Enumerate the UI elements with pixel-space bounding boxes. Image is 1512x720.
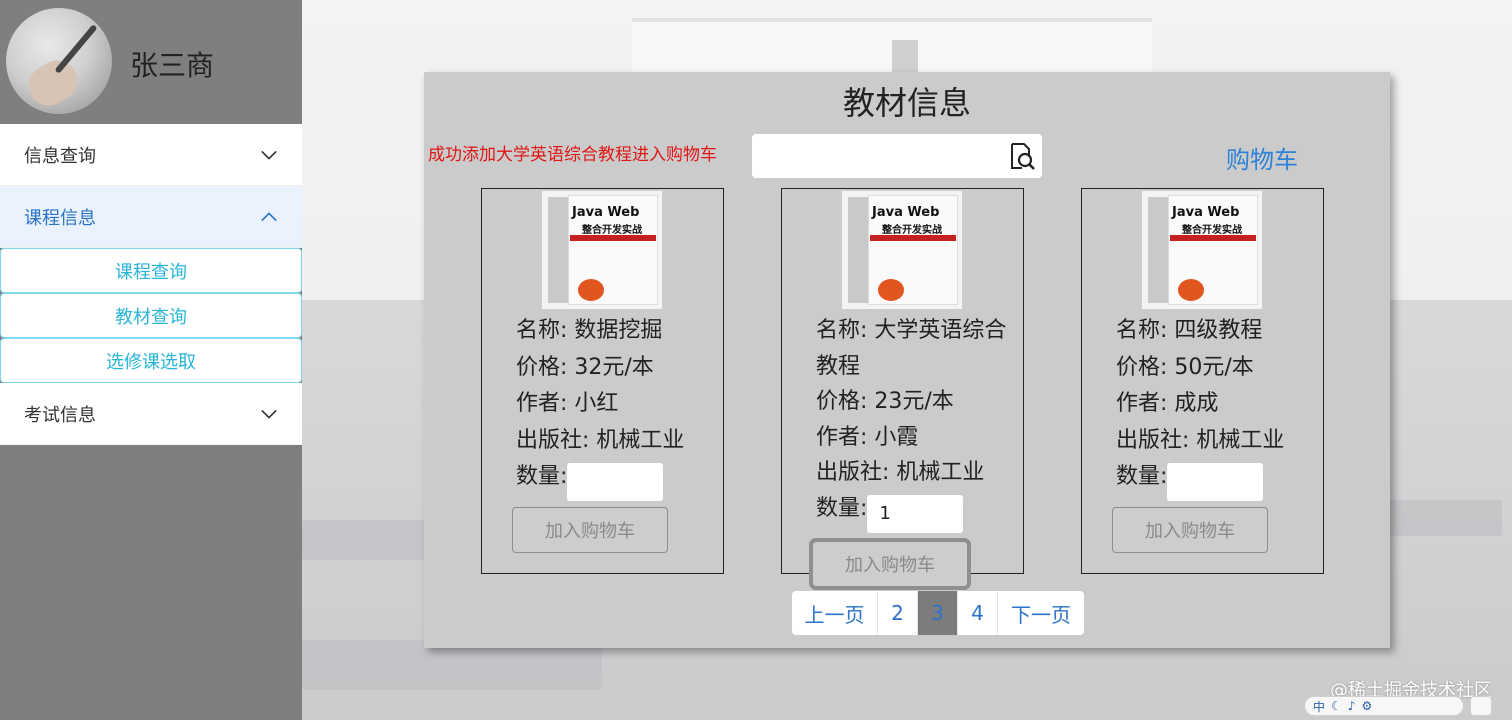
- ime-mode-label: 中: [1313, 699, 1326, 714]
- book-publisher: 出版社: 机械工业: [516, 427, 685, 453]
- book-name: 名称: 四级教程: [1116, 318, 1263, 343]
- book-info: 名称: 数据挖掘 价格: 32元/本 作者: 小红 出版社: 机械工业 数量:: [516, 313, 716, 501]
- menu-item-course-info[interactable]: 课程信息: [0, 186, 302, 248]
- menu-item-label: 课程信息: [24, 207, 96, 229]
- user-profile: 张三商: [0, 0, 302, 124]
- book-cover-image: Java Web 整合开发实战: [1142, 191, 1262, 309]
- user-name: 张三商: [130, 49, 215, 82]
- search-input[interactable]: [752, 134, 1042, 178]
- submenu-item-textbook-query[interactable]: 教材查询: [0, 293, 302, 338]
- book-card: Java Web 整合开发实战 名称: 数据挖掘 价格: 32元/本 作者: 小…: [481, 188, 724, 574]
- quantity-label: 数量:: [516, 464, 568, 489]
- cover-title: Java Web: [1172, 205, 1240, 220]
- pagination-prev[interactable]: 上一页: [792, 591, 878, 635]
- pagination-next[interactable]: 下一页: [998, 591, 1084, 635]
- quantity-row: 数量:: [1116, 459, 1316, 501]
- quantity-row: 数量:: [816, 491, 1016, 533]
- ime-toolbar[interactable]: 中 ☾ ♪ ⚙: [1304, 696, 1464, 716]
- cover-title: Java Web: [572, 205, 640, 220]
- book-price: 价格: 23元/本: [816, 389, 954, 414]
- avatar-hand-graphic: [21, 53, 85, 113]
- add-to-cart-button[interactable]: 加入购物车: [809, 538, 971, 590]
- book-info: 名称: 四级教程 价格: 50元/本 作者: 成成 出版社: 机械工业 数量:: [1116, 313, 1316, 501]
- book-author: 作者: 成成: [1116, 391, 1219, 416]
- menu-item-info-query[interactable]: 信息查询: [0, 124, 302, 186]
- quantity-input[interactable]: [567, 463, 664, 501]
- book-info: 名称: 大学英语综合教程 价格: 23元/本 作者: 小霞 出版社: 机械工业 …: [816, 313, 1016, 533]
- cover-subtitle: 整合开发实战: [582, 225, 642, 236]
- avatar[interactable]: [6, 8, 112, 114]
- menu-item-exam-info[interactable]: 考试信息: [0, 383, 302, 445]
- book-price: 价格: 32元/本: [516, 354, 654, 380]
- ime-side-button[interactable]: [1470, 696, 1492, 716]
- cart-link[interactable]: 购物车: [1226, 140, 1298, 175]
- pagination-page[interactable]: 4: [958, 591, 998, 635]
- book-publisher: 出版社: 机械工业: [816, 460, 985, 485]
- book-name: 名称: 数据挖掘: [516, 318, 663, 343]
- gear-icon: ⚙: [1361, 699, 1373, 713]
- avatar-pen-graphic: [54, 24, 98, 74]
- cover-subtitle: 整合开发实战: [882, 225, 942, 236]
- pagination-page[interactable]: 2: [878, 591, 918, 635]
- sidebar: 张三商 信息查询 课程信息 课程查询 教材查询 选修课选取 考试信息: [0, 0, 302, 720]
- mic-icon: ♪: [1347, 699, 1356, 713]
- page-title: 教材信息: [842, 84, 971, 122]
- book-cover-image: Java Web 整合开发实战: [542, 191, 662, 309]
- menu-item-label: 考试信息: [24, 404, 96, 426]
- submenu-item-elective-select[interactable]: 选修课选取: [0, 338, 302, 383]
- success-message: 成功添加大学英语综合教程进入购物车: [428, 145, 717, 165]
- moon-icon: ☾: [1331, 699, 1342, 713]
- book-name: 名称: 大学英语综合教程: [816, 318, 1007, 379]
- quantity-input[interactable]: [867, 494, 964, 533]
- cover-title: Java Web: [872, 205, 940, 220]
- chevron-down-icon: [261, 150, 277, 160]
- search-icon[interactable]: [1006, 141, 1036, 171]
- book-cover-image: Java Web 整合开发实战: [842, 191, 962, 309]
- submenu-item-course-query[interactable]: 课程查询: [0, 248, 302, 293]
- pagination: 上一页 2 3 4 下一页: [792, 591, 1084, 635]
- add-to-cart-button[interactable]: 加入购物车: [512, 507, 668, 553]
- quantity-label: 数量:: [816, 495, 868, 521]
- book-publisher: 出版社: 机械工业: [1116, 427, 1285, 453]
- cover-subtitle: 整合开发实战: [1182, 225, 1242, 236]
- quantity-input[interactable]: [1167, 463, 1264, 501]
- pagination-page-current[interactable]: 3: [918, 591, 958, 635]
- textbook-panel: 教材信息 成功添加大学英语综合教程进入购物车 购物车 Java Web 整合开发…: [424, 72, 1390, 648]
- quantity-row: 数量:: [516, 459, 716, 501]
- book-card: Java Web 整合开发实战 名称: 大学英语综合教程 价格: 23元/本 作…: [781, 188, 1024, 590]
- add-to-cart-button[interactable]: 加入购物车: [1112, 507, 1268, 553]
- book-card: Java Web 整合开发实战 名称: 四级教程 价格: 50元/本 作者: 成…: [1081, 188, 1324, 574]
- quantity-label: 数量:: [1116, 464, 1168, 489]
- chevron-down-icon: [261, 409, 277, 419]
- book-price: 价格: 50元/本: [1116, 354, 1254, 380]
- menu-item-label: 信息查询: [24, 145, 96, 167]
- book-author: 作者: 小红: [516, 391, 619, 416]
- book-author: 作者: 小霞: [816, 424, 919, 450]
- chevron-up-icon: [261, 211, 277, 221]
